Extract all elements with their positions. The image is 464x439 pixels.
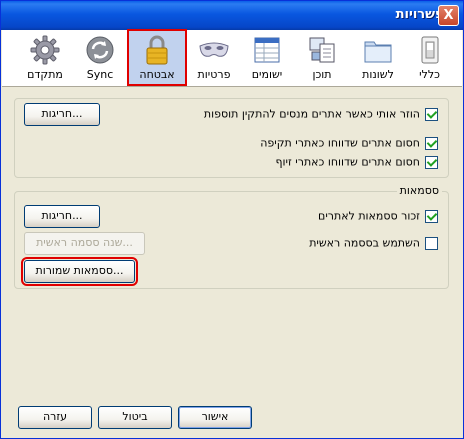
passwords-caption: ססמאות: [396, 184, 442, 197]
pane-label: לשונות: [362, 68, 394, 81]
sync-arrows-icon: [86, 36, 114, 64]
block-attack-row[interactable]: חסום אתרים שדווחו כאתרי תקיפה: [260, 136, 438, 152]
pane-label: פרטיות: [197, 68, 231, 81]
pane-general[interactable]: כללי: [407, 30, 452, 85]
applications-grid-icon: [254, 37, 280, 63]
block-forgery-label: חסום אתרים שדווחו כאתרי זיוף: [275, 155, 420, 169]
options-dialog: אפשרויות X כללי לשונות תוכן ישומים פרטיו…: [0, 0, 464, 439]
addons-exceptions-button[interactable]: חריגות...: [24, 103, 100, 126]
help-button[interactable]: עזרה: [18, 406, 92, 429]
block-forgery-checkbox[interactable]: [425, 155, 438, 169]
light-switch-icon: [421, 36, 438, 64]
pane-privacy[interactable]: פרטיות: [188, 30, 240, 85]
warn-addons-label: הוזר אותי כאשר אתרים מנסים להתקין תוספות: [203, 107, 420, 121]
block-forgery-row[interactable]: חסום אתרים שדווחו כאתרי זיוף: [275, 155, 438, 171]
remember-passwords-row[interactable]: זכור ססמאות לאתרים: [318, 209, 438, 225]
saved-passwords-button[interactable]: ססמאות שמורות...: [21, 257, 138, 286]
warn-addons-row[interactable]: הוזר אותי כאשר אתרים מנסים להתקין תוספות: [204, 107, 438, 123]
ok-button[interactable]: אישור: [178, 406, 252, 429]
preferences-toolbar: כללי לשונות תוכן ישומים פרטיות אבטחה Syn…: [2, 29, 462, 87]
passwords-group: ססמאות זכור ססמאות לאתרים חריגות... השתמ…: [14, 184, 449, 289]
content-documents-icon: [309, 37, 335, 63]
change-master-password-button[interactable]: שנה ססמה ראשית...: [24, 232, 145, 255]
pane-label: מתקדם: [27, 68, 63, 81]
remember-passwords-label: זכור ססמאות לאתרים: [318, 209, 420, 223]
pane-label: תוכן: [312, 68, 332, 81]
passwords-exceptions-button[interactable]: חריגות...: [24, 205, 100, 228]
pane-tabs[interactable]: לשונות: [352, 30, 404, 85]
security-group: הוזר אותי כאשר אתרים מנסים להתקין תוספות…: [14, 98, 449, 178]
title-bar[interactable]: אפשרויות X: [1, 1, 463, 30]
pane-applications[interactable]: ישומים: [240, 30, 294, 85]
mask-icon: [199, 42, 229, 57]
block-attack-checkbox[interactable]: [425, 136, 438, 150]
use-master-password-checkbox[interactable]: [425, 236, 438, 250]
pane-label: Sync: [86, 68, 114, 81]
block-attack-label: חסום אתרים שדווחו כאתרי תקיפה: [260, 136, 420, 150]
warn-addons-checkbox[interactable]: [425, 107, 438, 121]
pane-security[interactable]: אבטחה: [127, 29, 187, 86]
pane-label: כללי: [419, 68, 440, 81]
use-master-password-row[interactable]: השתמש בססמה ראשית: [309, 236, 438, 252]
pane-label: ישומים: [251, 68, 283, 81]
use-master-password-label: השתמש בססמה ראשית: [309, 236, 420, 250]
close-button[interactable]: X: [438, 5, 459, 26]
pane-advanced[interactable]: מתקדם: [18, 30, 72, 85]
pane-content[interactable]: תוכן: [296, 30, 348, 85]
pane-label: אבטחה: [139, 68, 175, 81]
gear-icon: [30, 35, 60, 65]
padlock-icon: [146, 35, 168, 65]
cancel-button[interactable]: ביטול: [98, 406, 172, 429]
folder-tabs-icon: [364, 41, 392, 63]
remember-passwords-checkbox[interactable]: [425, 209, 438, 223]
pane-sync[interactable]: Sync: [74, 30, 126, 85]
